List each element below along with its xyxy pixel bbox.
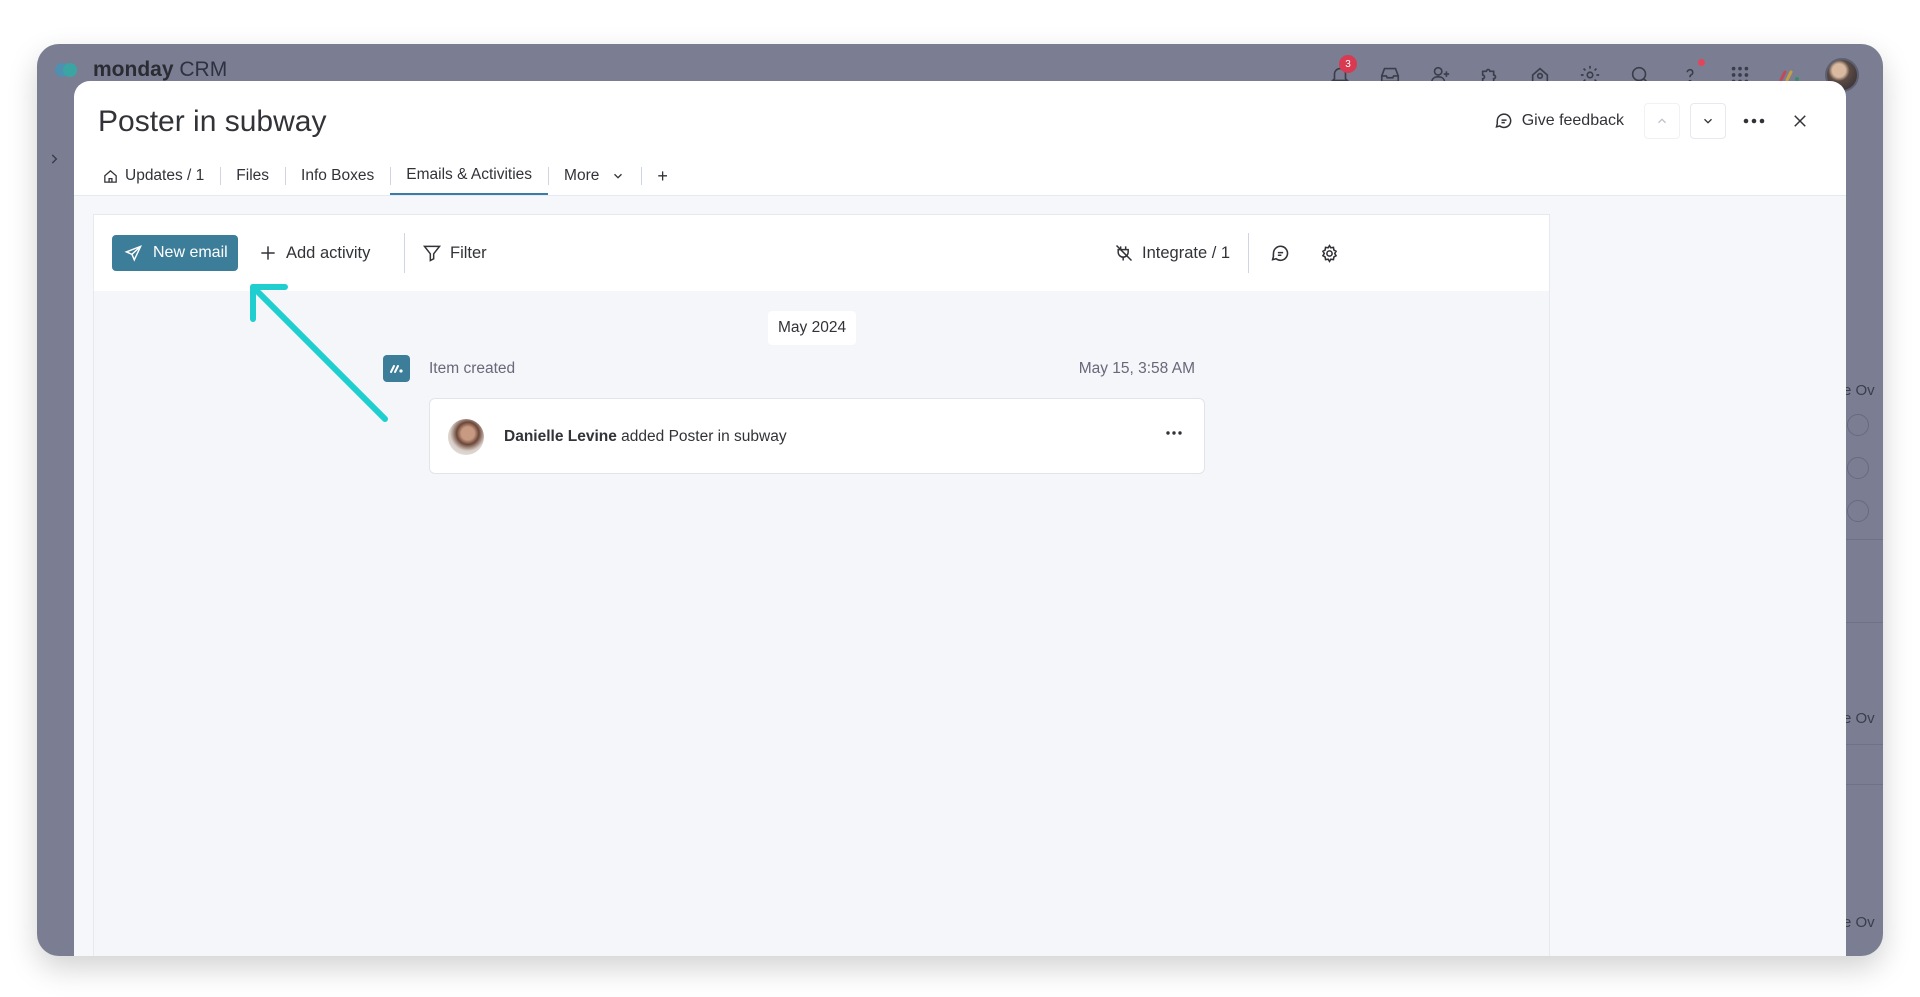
notification-badge: 3 [1339,55,1357,73]
logo[interactable]: monday CRM [55,58,227,82]
background-text: e Ov [1843,382,1875,399]
tab-updates[interactable]: Updates / 1 [98,157,220,195]
previous-item-button[interactable] [1644,103,1680,139]
chevron-down-icon [1704,118,1712,124]
activity-menu-button[interactable] [1162,423,1186,443]
background-text: e Ov [1843,710,1875,727]
send-icon [124,244,143,262]
item-tabs: Updates / 1 Files Info Boxes Emails & Ac… [98,157,684,195]
background-divider [1843,622,1883,623]
background-divider [1843,539,1883,540]
app-window: monday CRM 3 e Ov e Ov e Ov Poster in su… [37,44,1883,956]
activity-text: Danielle Levine added Poster in subway [504,428,787,446]
chevron-down-icon [614,173,623,179]
chat-icon [1271,245,1288,261]
give-feedback-label: Give feedback [1521,112,1624,129]
tab-label: More [564,167,600,184]
more-dots-icon [1743,118,1765,124]
tab-label: Info Boxes [301,167,375,184]
item-panel: Poster in subway Give feedback Updates /… [74,81,1846,956]
filter-icon [422,245,442,262]
more-dots-icon [1166,431,1182,435]
toolbar-divider [404,233,405,273]
activity-card: Danielle Levine added Poster in subway [429,398,1205,474]
feedback-icon [1495,113,1512,129]
annotation-arrow-icon [250,284,388,422]
add-activity-button[interactable]: Add activity [258,235,370,271]
activity-label: Item created [429,360,516,377]
home-icon [104,169,117,183]
feed-settings-button[interactable] [1315,239,1343,267]
add-activity-label: Add activity [286,243,371,262]
tab-info-boxes[interactable]: Info Boxes [285,157,390,195]
activity-user[interactable]: Danielle Levine [504,428,617,445]
integrate-button[interactable]: Integrate / 1 [1114,235,1230,271]
filter-button[interactable]: Filter [422,235,487,271]
activity-timestamp: May 15, 3:58 AM [1078,360,1195,377]
sidebar-expand-icon[interactable] [47,152,61,171]
user-avatar[interactable] [448,419,484,455]
tab-more[interactable]: More [548,157,641,195]
plus-icon [261,246,275,260]
tab-label: Updates / 1 [125,167,205,184]
close-button[interactable] [1782,103,1818,139]
close-icon [1794,115,1806,127]
item-title[interactable]: Poster in subway [98,105,326,139]
integration-plug-icon [1115,244,1133,262]
top-bar: monday CRM 3 [37,44,1883,92]
feed-toolbar: New email Add activity Filter Integrate … [94,215,1549,291]
feedback-chat-button[interactable] [1266,239,1294,267]
gear-icon [1321,243,1337,263]
more-options-button[interactable] [1736,103,1772,139]
add-view-button[interactable]: + [641,157,684,195]
toolbar-divider [1248,233,1249,273]
background-text: e Ov [1843,914,1875,931]
tab-files[interactable]: Files [220,157,285,195]
background-person-icon [1847,500,1869,522]
background-person-icon [1847,414,1869,436]
activity-description: added Poster in subway [621,428,787,445]
tab-emails-activities[interactable]: Emails & Activities [390,157,549,195]
logo-text: monday CRM [93,58,228,81]
logo-subtext: CRM [179,58,228,81]
tab-label: Files [236,167,270,184]
next-item-button[interactable] [1690,103,1726,139]
background-divider [1843,744,1883,745]
background-divider [1843,784,1883,785]
new-email-label: New email [153,244,228,261]
help-dot [1698,59,1705,66]
panel-actions: Give feedback [1484,103,1818,139]
integrate-label: Integrate / 1 [1142,243,1231,262]
tab-label: Emails & Activities [406,166,533,183]
background-board: e Ov e Ov e Ov [1843,84,1883,956]
activity-header: Item created May 15, 3:58 AM [383,355,1195,385]
new-email-button[interactable]: New email [112,235,238,271]
background-person-icon [1847,457,1869,479]
filter-label: Filter [450,243,487,262]
give-feedback-button[interactable]: Give feedback [1484,105,1634,137]
monday-logo-icon [55,59,85,81]
month-label: May 2024 [768,311,857,345]
add-view-label: + [657,165,668,186]
chevron-up-icon [1658,118,1666,124]
